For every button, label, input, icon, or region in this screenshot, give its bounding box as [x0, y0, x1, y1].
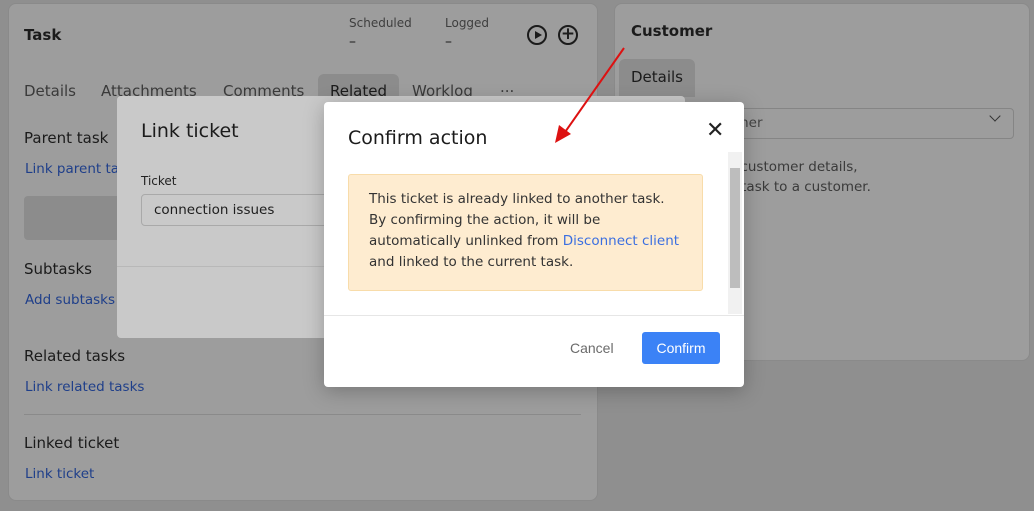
annotation-arrow — [555, 47, 625, 143]
arrow-line — [562, 47, 625, 136]
